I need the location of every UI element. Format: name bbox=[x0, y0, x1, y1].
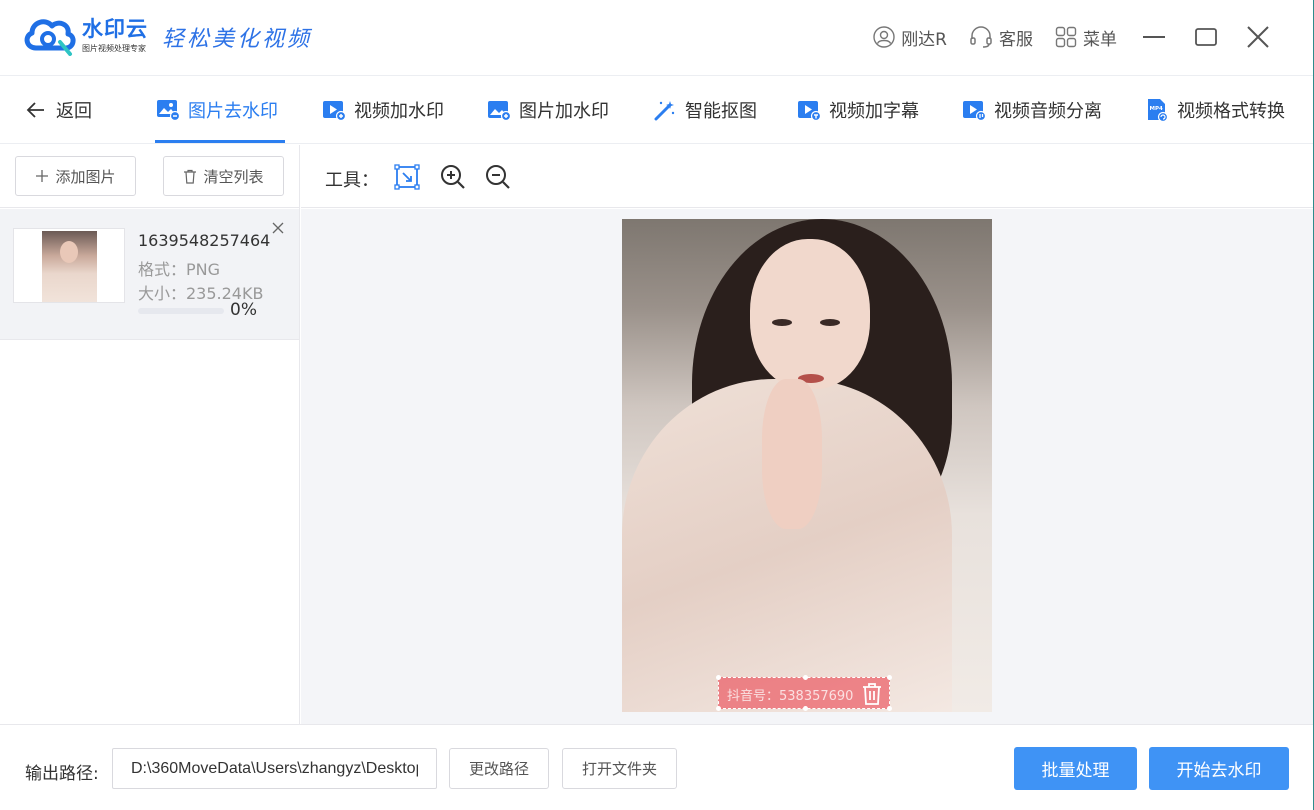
mp4-convert-icon: MP4 bbox=[1148, 99, 1169, 122]
tab-label: 智能抠图 bbox=[685, 101, 757, 122]
watermark-text: 抖音号：538357690 bbox=[727, 689, 854, 704]
app-tagline: 图片视频处理专家 bbox=[82, 43, 146, 53]
tab-image-add-watermark[interactable]: 图片加水印 bbox=[487, 95, 609, 125]
output-footer: 输出路径: 更改路径 打开文件夹 批量处理 开始去水印 bbox=[0, 724, 1313, 810]
service-label: 客服 bbox=[999, 29, 1033, 50]
tab-smart-cutout[interactable]: 智能抠图 bbox=[653, 95, 757, 125]
open-folder-label: 打开文件夹 bbox=[581, 760, 657, 778]
output-path-field[interactable] bbox=[112, 748, 437, 789]
tab-label: 视频加水印 bbox=[354, 101, 444, 122]
svg-text:MP4: MP4 bbox=[1150, 106, 1164, 112]
title-bar: 水印云 图片视频处理专家 轻松美化视频 刚达R 客服 菜单 bbox=[0, 0, 1313, 76]
video-audio-split-icon bbox=[963, 101, 986, 121]
tools-label: 工具： bbox=[325, 170, 379, 191]
file-progress-text: 0% bbox=[230, 300, 257, 320]
magic-wand-icon bbox=[654, 101, 675, 121]
zoom-out-button[interactable] bbox=[484, 163, 512, 191]
zoom-in-icon bbox=[441, 165, 465, 189]
trash-icon bbox=[184, 169, 197, 184]
tab-label: 视频格式转换 bbox=[1177, 101, 1285, 122]
minimize-button[interactable] bbox=[1139, 22, 1169, 52]
user-icon bbox=[873, 26, 895, 48]
add-image-label: 添加图片 bbox=[55, 167, 116, 186]
tab-video-audio-split[interactable]: 视频音频分离 bbox=[962, 95, 1102, 125]
remove-file-button[interactable] bbox=[270, 220, 286, 236]
zoom-in-button[interactable] bbox=[439, 163, 467, 191]
add-image-button[interactable]: 添加图片 bbox=[15, 156, 136, 196]
tab-label: 视频音频分离 bbox=[994, 101, 1102, 122]
file-progress-bar bbox=[138, 308, 224, 314]
customer-service-button[interactable]: 客服 bbox=[969, 25, 1033, 50]
tab-label: 图片加水印 bbox=[519, 101, 609, 122]
select-area-button[interactable] bbox=[393, 163, 421, 191]
change-path-button[interactable]: 更改路径 bbox=[449, 748, 549, 789]
file-name: 1639548257464 bbox=[138, 231, 271, 250]
grid-menu-icon bbox=[1055, 26, 1077, 48]
user-account-button[interactable]: 刚达R bbox=[873, 25, 947, 50]
back-button[interactable]: 返回 bbox=[26, 97, 92, 123]
feature-nav: 返回 图片去水印 视频加水印 图片加水印 智能抠图 视频加字幕 视频音频分离 M… bbox=[0, 77, 1313, 144]
close-icon bbox=[1247, 26, 1269, 48]
arrow-left-icon bbox=[26, 102, 44, 118]
list-item[interactable]: 1639548257464 格式：PNG 大小：235.24KB 0% bbox=[0, 209, 299, 340]
tab-label: 视频加字幕 bbox=[829, 101, 919, 122]
thumbnail-image bbox=[42, 231, 97, 302]
back-label: 返回 bbox=[56, 101, 92, 122]
tab-label: 图片去水印 bbox=[188, 101, 278, 122]
app-logo: 水印云 图片视频处理专家 bbox=[22, 14, 148, 56]
menu-label: 菜单 bbox=[1083, 29, 1117, 50]
start-label: 开始去水印 bbox=[1176, 761, 1262, 781]
app-slogan: 轻松美化视频 bbox=[162, 27, 313, 52]
app-name: 水印云 bbox=[82, 16, 148, 41]
batch-process-button[interactable]: 批量处理 bbox=[1014, 747, 1137, 790]
close-icon bbox=[272, 222, 284, 234]
output-path-label: 输出路径: bbox=[25, 764, 99, 784]
file-thumbnail bbox=[13, 228, 125, 303]
open-folder-button[interactable]: 打开文件夹 bbox=[562, 748, 677, 789]
select-area-icon bbox=[394, 164, 420, 190]
video-add-watermark-icon bbox=[323, 101, 346, 121]
maximize-button[interactable] bbox=[1191, 22, 1221, 52]
image-add-watermark-icon bbox=[488, 101, 511, 121]
file-format: 格式：PNG bbox=[138, 260, 221, 279]
plus-icon bbox=[36, 170, 49, 182]
delete-selection-button[interactable] bbox=[861, 682, 883, 706]
tab-video-format-convert[interactable]: MP4 视频格式转换 bbox=[1145, 95, 1285, 125]
trash-icon bbox=[863, 683, 881, 705]
change-path-label: 更改路径 bbox=[468, 760, 529, 778]
zoom-out-icon bbox=[486, 165, 510, 189]
start-remove-watermark-button[interactable]: 开始去水印 bbox=[1149, 747, 1289, 790]
file-list-panel: 添加图片 清空列表 1639548257464 格式：PNG 大小：235.24… bbox=[0, 145, 300, 724]
active-tab-indicator bbox=[155, 140, 285, 143]
file-list-actions: 添加图片 清空列表 bbox=[0, 145, 299, 208]
maximize-icon bbox=[1195, 28, 1217, 46]
preview-image: 抖音号：538357690 bbox=[622, 219, 992, 712]
menu-button[interactable]: 菜单 bbox=[1055, 25, 1117, 50]
clear-list-label: 清空列表 bbox=[203, 167, 264, 186]
clear-list-button[interactable]: 清空列表 bbox=[163, 156, 284, 196]
tab-image-remove-watermark[interactable]: 图片去水印 bbox=[156, 95, 278, 125]
close-button[interactable] bbox=[1243, 22, 1273, 52]
user-name: 刚达R bbox=[901, 29, 947, 50]
app-window: 水印云 图片视频处理专家 轻松美化视频 刚达R 客服 菜单 返回 图片去水印 视… bbox=[0, 0, 1314, 810]
preview-canvas: 抖音号：538357690 bbox=[301, 209, 1313, 724]
tab-video-subtitle[interactable]: 视频加字幕 bbox=[797, 95, 919, 125]
tab-video-add-watermark[interactable]: 视频加水印 bbox=[322, 95, 444, 125]
headset-icon bbox=[970, 26, 992, 48]
video-subtitle-icon bbox=[798, 101, 821, 121]
watermark-selection-box[interactable]: 抖音号：538357690 bbox=[716, 675, 892, 711]
minimize-icon bbox=[1143, 36, 1165, 38]
batch-process-label: 批量处理 bbox=[1041, 761, 1110, 781]
image-remove-watermark-icon bbox=[157, 100, 180, 121]
editor-toolbar: 工具： bbox=[301, 145, 1313, 208]
cloud-logo-icon bbox=[24, 19, 76, 56]
